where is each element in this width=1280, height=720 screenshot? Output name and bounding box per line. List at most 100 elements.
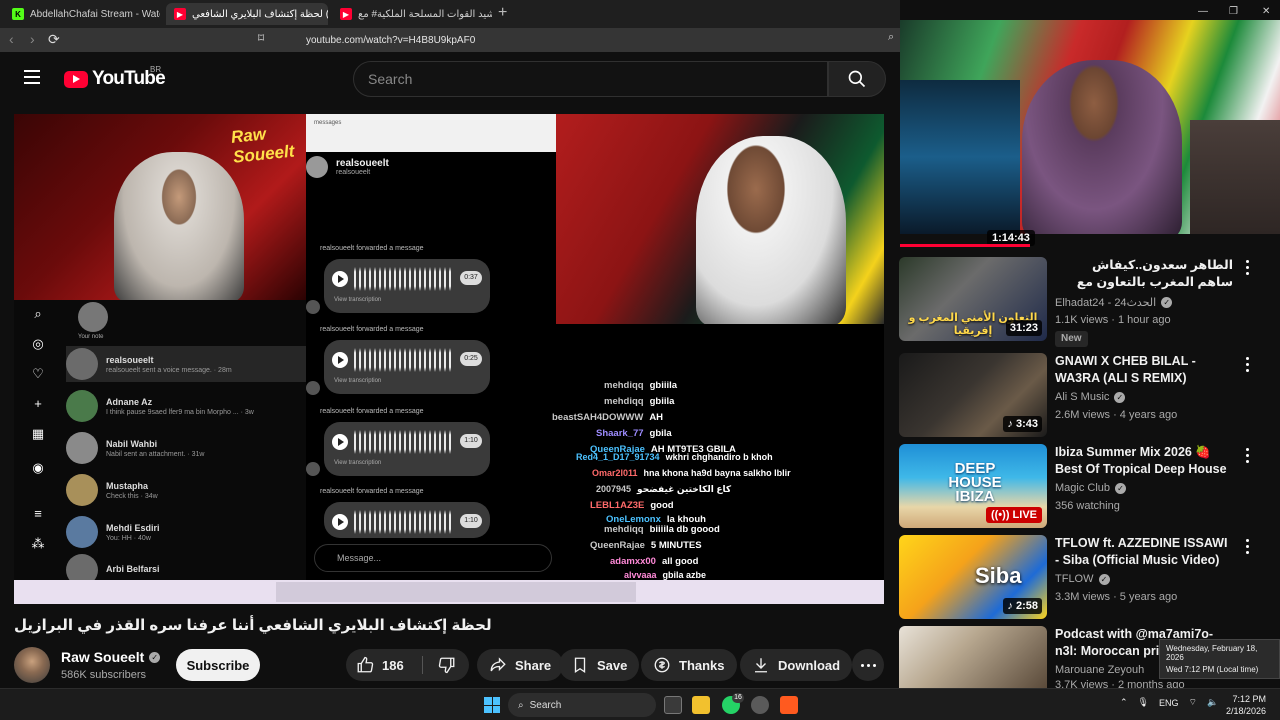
recommendation-title[interactable]: الطاهر سعدون..كيفاش ساهم المغرب بالتعاون… (1055, 257, 1233, 291)
chat-message: all good (661, 556, 699, 567)
recommendation-title[interactable]: Ibiza Summer Mix 2026 🍓 Best Of Tropical… (1055, 444, 1233, 478)
create-icon: + (34, 396, 42, 411)
maximize-icon[interactable]: ❐ (1229, 6, 1238, 17)
dm-row: Nabil Wahbi Nabil sent an attachment. · 3… (66, 430, 306, 466)
profile-icon: ◉ (32, 460, 44, 475)
dm-top-bar: messages (306, 114, 556, 152)
task-view-icon[interactable] (664, 696, 682, 714)
subscribe-button[interactable]: Subscribe (176, 649, 260, 681)
more-dot (860, 663, 864, 667)
chat-line: Red4_1_D17_91734 wkhri chghandiro b khoh (576, 452, 773, 462)
share-button[interactable]: Share (477, 649, 564, 681)
recommendation-channel[interactable]: TFLOW ✓ (1055, 573, 1110, 585)
forwarded-label: realsoueelt forwarded a message (320, 488, 424, 495)
chat-user: mehdiqq (604, 380, 644, 391)
recommendation-title[interactable]: TFLOW ft. AZZEDINE ISSAWI - Siba (Offici… (1055, 535, 1233, 569)
avatar (306, 381, 320, 395)
video-player[interactable]: Raw Soueelt ⌕ ◎ ♡ + ▦ ◉ ≡ ⁂ Your note re… (14, 114, 884, 604)
subscriber-count: 586K subscribers (61, 669, 146, 681)
chat-line: 2007945 كاع الكاختين غيفضحو (596, 484, 731, 495)
language-indicator[interactable]: ENG (1159, 698, 1179, 708)
chat-message: biiiila db goood (649, 524, 720, 535)
recommendation-meta: 3.3M views · 5 years ago (1055, 591, 1178, 603)
recommendation-thumbnail[interactable]: ♪ 3:43 (899, 353, 1047, 437)
webcam-streamer (1022, 60, 1182, 234)
view-transcription: View transcription (334, 460, 382, 466)
reload-icon[interactable]: ⟳ (48, 31, 60, 48)
search-input[interactable]: Search (353, 61, 828, 97)
channel-avatar[interactable] (14, 647, 50, 683)
download-label: Download (778, 657, 841, 673)
zoom-icon[interactable]: ⌕ (888, 31, 894, 44)
recommendation-channel[interactable]: Magic Club ✓ (1055, 482, 1127, 494)
recommendation-menu-button[interactable] (1246, 448, 1250, 463)
thumbs-up-icon (357, 656, 374, 673)
chat-line: LEBL1AZ3E good (590, 500, 674, 511)
recommendation-channel[interactable]: Marouane Zeyouh (1055, 664, 1144, 676)
chevron-up-icon[interactable]: ⌃ (1120, 697, 1128, 708)
dm-preview: Nabil sent an attachment. · 31w (106, 450, 205, 458)
forwarded-label: realsoueelt forwarded a message (320, 245, 424, 252)
brave-browser-icon[interactable] (780, 696, 798, 714)
recommendation-thumbnail[interactable]: Siba ♪ 2:58 (899, 535, 1047, 619)
recommendation-thumbnail[interactable] (899, 626, 1047, 688)
browser-tab-kick[interactable]: K AbdellahChafai Stream - Watch Live o (4, 3, 160, 25)
view-transcription: View transcription (334, 378, 382, 384)
chat-user: adamxx00 (610, 556, 656, 567)
volume-icon[interactable]: 🔈 (1207, 697, 1218, 708)
channel-name[interactable]: Raw Soueelt ✓ (61, 649, 161, 665)
overlay-channel-text: Raw Soueelt (230, 124, 296, 167)
download-button[interactable]: Download (740, 649, 853, 681)
clock-tooltip: Wednesday, February 18, 2026 Wed 7:12 PM… (1159, 639, 1280, 679)
browser-tab-strip: K AbdellahChafai Stream - Watch Live o ▶… (0, 0, 900, 28)
avatar (306, 300, 320, 314)
menu-dot (1246, 551, 1249, 554)
dislike-button[interactable] (426, 649, 468, 681)
recommendation-channel[interactable]: Elhadat24 - 24الحدث ✓ (1055, 296, 1173, 309)
chat-user: 2007945 (596, 484, 632, 494)
microphone-icon[interactable]: 🎙 (1138, 697, 1149, 708)
search-button[interactable] (828, 61, 886, 97)
thanks-button[interactable]: Thanks (641, 649, 737, 681)
more-dot (866, 663, 870, 667)
recommendation-menu-button[interactable] (1246, 357, 1250, 372)
url-field[interactable]: youtube.com/watch?v=H4B8U9kpAF0 (280, 30, 892, 50)
dashboard-icon: ▦ (31, 426, 45, 441)
thanks-icon (654, 657, 670, 673)
share-label: Share (515, 657, 552, 673)
wifi-icon[interactable]: ⌔ (1189, 697, 1197, 708)
bookmark-icon[interactable]: ⌑ (258, 31, 264, 45)
browser-tab-anthem[interactable]: ▶ (2) نشيد القوات المسلحة الملكية# مع (332, 3, 492, 25)
menu-icon[interactable] (24, 70, 40, 84)
new-tab-button[interactable]: + (498, 4, 507, 22)
recommendation-thumbnail[interactable]: التعاون الأمني المغرب و إفريقيا 31:23 (899, 257, 1047, 341)
chat-line: Shaark_77 gbila (596, 428, 672, 439)
recommendation-channel[interactable]: Ali S Music ✓ (1055, 391, 1126, 403)
taskbar-clock[interactable]: 7:12 PM 2/18/2026 (1226, 693, 1266, 717)
file-explorer-icon[interactable] (692, 696, 710, 714)
forward-icon[interactable]: › (30, 31, 35, 47)
back-icon[interactable]: ‹ (9, 31, 14, 47)
windows-start-icon[interactable] (484, 697, 500, 713)
recommendation-title[interactable]: GNAWI X CHEB BILAL - WA3RA (ALI S REMIX) (1055, 353, 1233, 387)
heart-icon: ♡ (32, 366, 44, 381)
like-divider (422, 656, 423, 674)
recommendation-menu-button[interactable] (1246, 539, 1250, 554)
chat-user: mehdiqq (604, 396, 644, 407)
minimize-icon[interactable]: — (1198, 6, 1208, 17)
menu-dot (1246, 369, 1249, 372)
taskbar-search[interactable]: ⌕ Search (508, 693, 656, 717)
steam-icon[interactable] (751, 696, 769, 714)
dm-top-tab: messages (314, 120, 342, 126)
like-button[interactable]: 186 (346, 649, 422, 681)
tooltip-time: Wed 7:12 PM (Local time) (1166, 665, 1259, 674)
verified-icon: ✓ (149, 651, 161, 663)
more-actions-button[interactable] (852, 649, 884, 681)
close-window-icon[interactable]: ✕ (1262, 6, 1270, 17)
browser-tab-active[interactable]: ▶ (2) لحظة إكتشاف البلايري الشافعي × (166, 3, 328, 25)
recommendation-menu-button[interactable] (1246, 260, 1250, 275)
recommendation-thumbnail[interactable]: DEEP HOUSE IBIZA ((•)) LIVE (899, 444, 1047, 528)
tab-label: AbdellahChafai Stream - Watch Live o (30, 8, 160, 20)
save-button[interactable]: Save (559, 649, 640, 681)
dm-name: Nabil Wahbi (106, 438, 158, 449)
